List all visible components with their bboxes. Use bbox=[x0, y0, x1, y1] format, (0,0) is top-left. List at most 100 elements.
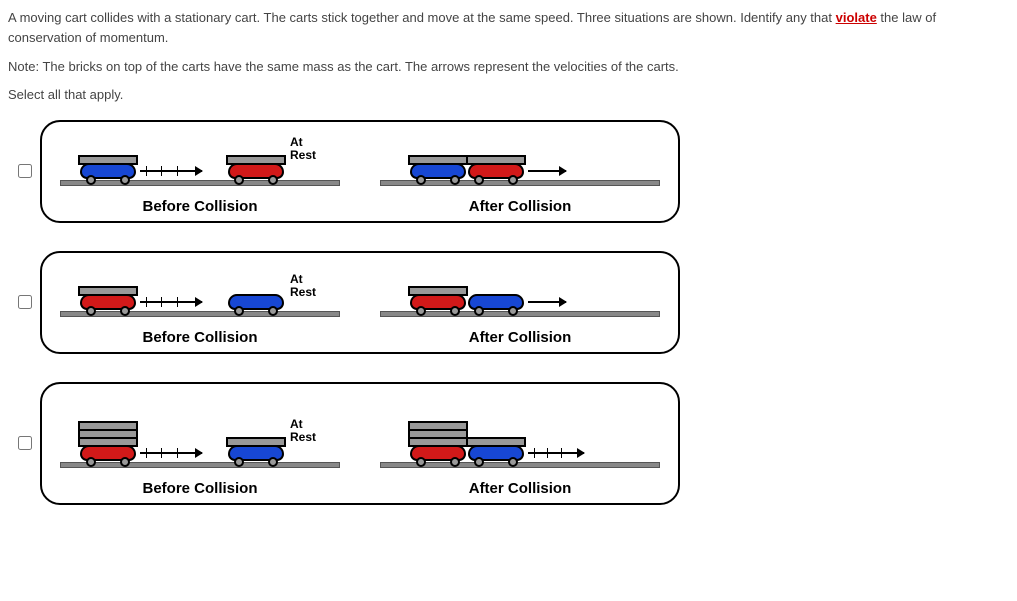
brick-stack bbox=[410, 286, 466, 294]
track bbox=[60, 462, 340, 468]
collision-stage bbox=[380, 398, 660, 474]
wheel bbox=[120, 306, 130, 316]
answer-checkbox[interactable] bbox=[18, 295, 32, 309]
checkbox-wrap bbox=[8, 292, 40, 312]
situation-panel: At Rest Before Collision After Collision bbox=[40, 120, 680, 223]
collision-stage bbox=[380, 136, 660, 192]
cart-red bbox=[80, 445, 136, 461]
after-scene: After Collision bbox=[380, 136, 660, 215]
answer-checkbox[interactable] bbox=[18, 164, 32, 178]
brick-stack bbox=[80, 286, 136, 294]
situation-panel: At Rest Before Collision After Collision bbox=[40, 382, 680, 505]
velocity-arrow bbox=[528, 301, 566, 303]
wheel bbox=[86, 306, 96, 316]
brick bbox=[466, 437, 526, 447]
before-caption: Before Collision bbox=[60, 329, 340, 346]
question-note: Note: The bricks on top of the carts hav… bbox=[8, 57, 1009, 77]
question-intro: A moving cart collides with a stationary… bbox=[8, 8, 1009, 47]
before-caption: Before Collision bbox=[60, 480, 340, 497]
cart-red bbox=[410, 294, 466, 310]
after-caption: After Collision bbox=[380, 198, 660, 215]
wheel bbox=[268, 306, 278, 316]
brick bbox=[408, 286, 468, 296]
wheel bbox=[416, 457, 426, 467]
before-scene: At Rest Before Collision bbox=[60, 136, 340, 215]
collision-stage: At Rest bbox=[60, 136, 340, 192]
scene-row: At Rest Before Collision After Collision bbox=[60, 136, 660, 215]
cart-blue bbox=[228, 294, 284, 310]
before-scene: At Rest Before Collision bbox=[60, 267, 340, 346]
wheel bbox=[234, 306, 244, 316]
collision-stage: At Rest bbox=[60, 398, 340, 474]
checkbox-wrap bbox=[8, 161, 40, 181]
wheel bbox=[450, 457, 460, 467]
brick bbox=[78, 155, 138, 165]
intro-text-a: A moving cart collides with a stationary… bbox=[8, 10, 836, 25]
cart-blue bbox=[468, 445, 524, 461]
brick-stack bbox=[80, 155, 136, 163]
wheel bbox=[474, 306, 484, 316]
answer-checkbox[interactable] bbox=[18, 436, 32, 450]
collision-stage bbox=[380, 267, 660, 323]
cart-blue bbox=[80, 163, 136, 179]
wheel bbox=[86, 175, 96, 185]
wheel bbox=[268, 457, 278, 467]
wheel bbox=[474, 175, 484, 185]
cart-red bbox=[228, 163, 284, 179]
wheel bbox=[120, 457, 130, 467]
velocity-arrow bbox=[528, 170, 566, 172]
brick bbox=[78, 437, 138, 447]
scene-row: At Rest Before Collision After Collision bbox=[60, 267, 660, 346]
cart-red bbox=[410, 445, 466, 461]
cart-red bbox=[80, 294, 136, 310]
select-all-label: Select all that apply. bbox=[8, 87, 1009, 102]
velocity-arrow bbox=[140, 301, 202, 303]
after-scene: After Collision bbox=[380, 267, 660, 346]
wheel bbox=[120, 175, 130, 185]
at-rest-label: At Rest bbox=[290, 136, 316, 161]
cart-blue bbox=[228, 445, 284, 461]
wheel bbox=[234, 175, 244, 185]
wheel bbox=[508, 306, 518, 316]
brick-stack bbox=[80, 421, 136, 445]
brick-stack bbox=[228, 155, 284, 163]
brick bbox=[78, 286, 138, 296]
brick-stack bbox=[228, 437, 284, 445]
wheel bbox=[508, 457, 518, 467]
wheel bbox=[450, 306, 460, 316]
violate-word: violate bbox=[836, 10, 877, 25]
before-caption: Before Collision bbox=[60, 198, 340, 215]
after-scene: After Collision bbox=[380, 398, 660, 497]
wheel bbox=[86, 457, 96, 467]
wheel bbox=[416, 175, 426, 185]
brick-stack bbox=[468, 155, 524, 163]
answer-option: At Rest Before Collision After Collision bbox=[8, 382, 1009, 505]
collision-stage: At Rest bbox=[60, 267, 340, 323]
at-rest-label: At Rest bbox=[290, 418, 316, 443]
wheel bbox=[416, 306, 426, 316]
wheel bbox=[268, 175, 278, 185]
brick-stack bbox=[410, 155, 466, 163]
scene-row: At Rest Before Collision After Collision bbox=[60, 398, 660, 497]
track bbox=[60, 180, 340, 186]
wheel bbox=[450, 175, 460, 185]
after-caption: After Collision bbox=[380, 480, 660, 497]
checkbox-wrap bbox=[8, 433, 40, 453]
brick bbox=[466, 155, 526, 165]
wheel bbox=[234, 457, 244, 467]
situation-panel: At Rest Before Collision After Collision bbox=[40, 251, 680, 354]
velocity-arrow bbox=[140, 452, 202, 454]
brick bbox=[226, 437, 286, 447]
at-rest-label: At Rest bbox=[290, 273, 316, 298]
cart-blue bbox=[410, 163, 466, 179]
before-scene: At Rest Before Collision bbox=[60, 398, 340, 497]
brick bbox=[408, 155, 468, 165]
wheel bbox=[508, 175, 518, 185]
cart-red bbox=[468, 163, 524, 179]
velocity-arrow bbox=[528, 452, 584, 454]
track bbox=[60, 311, 340, 317]
brick bbox=[226, 155, 286, 165]
answer-option: At Rest Before Collision After Collision bbox=[8, 251, 1009, 354]
brick bbox=[408, 437, 468, 447]
cart-blue bbox=[468, 294, 524, 310]
